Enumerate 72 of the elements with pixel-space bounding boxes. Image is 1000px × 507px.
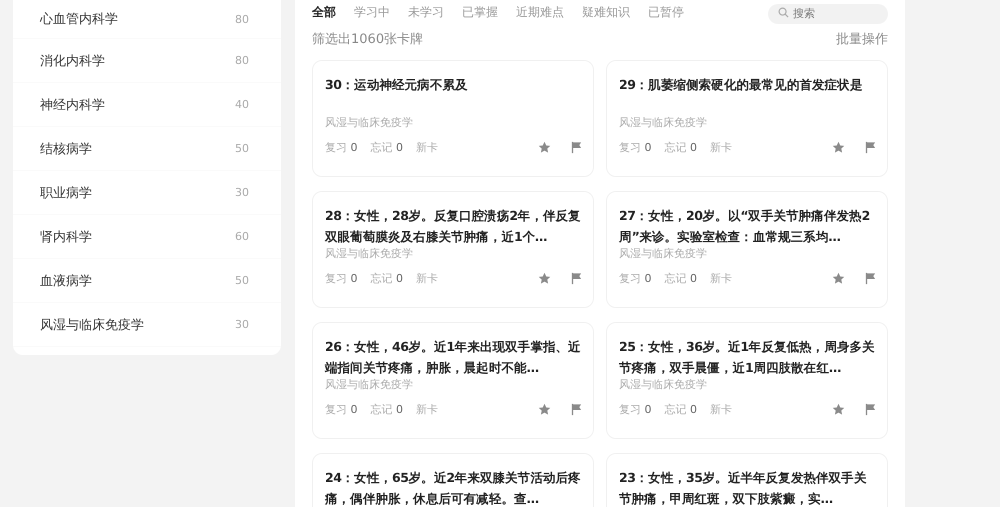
star-icon[interactable] [832, 272, 845, 285]
card-status: 新卡 [710, 140, 732, 155]
star-icon[interactable] [538, 272, 551, 285]
category-item[interactable]: 消化内科学 80 [13, 39, 281, 83]
flag-icon[interactable] [864, 141, 877, 154]
card-status: 新卡 [710, 271, 732, 286]
card-stat: 忘记 0 [664, 140, 697, 155]
category-count: 40 [235, 98, 249, 111]
card-stat: 忘记 0 [664, 271, 697, 286]
category-item[interactable]: 职业病学 30 [13, 171, 281, 215]
category-count: 50 [235, 274, 249, 287]
card-stat: 复习 0 [325, 271, 358, 286]
flashcard[interactable]: 24：女性，65岁。近2年来双膝关节活动后疼痛，偶伴肿胀，休息后可有减轻。查… [312, 453, 594, 507]
category-count: 60 [235, 230, 249, 243]
category-count: 80 [235, 54, 249, 67]
filter-summary: 筛选出1060张卡牌 [312, 31, 424, 48]
card-title: 26：女性，46岁。近1年来出现双手掌指、近端指间关节疼痛，肿胀，晨起时不能… [325, 338, 582, 377]
card-title: 28：女性，28岁。反复口腔溃疡2年，伴反复双眼葡萄膜炎及右膝关节肿痛，近1个… [325, 207, 582, 246]
card-status: 新卡 [416, 140, 438, 155]
search-field[interactable]: 搜索 [768, 4, 888, 24]
star-icon[interactable] [832, 141, 845, 154]
flashcard[interactable]: 29：肌萎缩侧索硬化的最常见的首发症状是 风湿与临床免疫学 复习 0 忘记 0 新卡 [606, 60, 888, 177]
filter-tab[interactable]: 全部 [312, 4, 336, 20]
star-icon[interactable] [538, 403, 551, 416]
category-item[interactable]: 结核病学 50 [13, 127, 281, 171]
star-icon[interactable] [832, 403, 845, 416]
card-status: 新卡 [710, 402, 732, 417]
category-item[interactable]: 风湿与临床免疫学 30 [13, 303, 281, 347]
category-item[interactable]: 神经内科学 40 [13, 83, 281, 127]
flag-icon[interactable] [570, 272, 583, 285]
flashcard[interactable]: 25：女性，36岁。近1年反复低热，周身多关节疼痛，双手晨僵，近1周四肢散在红… 风湿与临床免疫学 复习 0 忘记 0 新卡 [606, 322, 888, 439]
card-stat: 复习 0 [325, 140, 358, 155]
card-subject: 风湿与临床免疫学 [325, 378, 414, 392]
flag-icon[interactable] [570, 403, 583, 416]
category-count: 80 [235, 12, 249, 26]
card-subject: 风湿与临床免疫学 [619, 247, 708, 261]
card-status: 新卡 [416, 271, 438, 286]
category-count: 30 [235, 186, 249, 199]
flashcard[interactable]: 28：女性，28岁。反复口腔溃疡2年，伴反复双眼葡萄膜炎及右膝关节肿痛，近1个… 风湿与临床免疫学 复习 0 忘记 0 新卡 [312, 191, 594, 308]
card-title: 24：女性，65岁。近2年来双膝关节活动后疼痛，偶伴肿胀，休息后可有减轻。查… [325, 469, 582, 507]
card-subject: 风湿与临床免疫学 [619, 378, 708, 392]
card-title: 27：女性，20岁。以“双手关节肿痛伴发热2周”来诊。实验室检查：血常规三系均… [619, 207, 871, 246]
card-status: 新卡 [416, 402, 438, 417]
category-item[interactable]: 肾内科学 60 [13, 215, 281, 259]
flag-icon[interactable] [570, 141, 583, 154]
flashcard[interactable]: 27：女性，20岁。以“双手关节肿痛伴发热2周”来诊。实验室检查：血常规三系均… 风湿与临床免疫学 复习 0 忘记 0 新卡 [606, 191, 888, 308]
star-icon[interactable] [538, 141, 551, 154]
card-title: 30：运动神经元病不累及 [325, 76, 469, 94]
flag-icon[interactable] [864, 272, 877, 285]
card-stat: 忘记 0 [370, 140, 403, 155]
flashcard[interactable]: 30：运动神经元病不累及 风湿与临床免疫学 复习 0 忘记 0 新卡 [312, 60, 594, 177]
batch-action-link[interactable]: 批量操作 [836, 30, 888, 48]
category-item[interactable]: 心血管内科学 80 [13, 0, 281, 39]
card-subject: 风湿与临床免疫学 [325, 116, 414, 130]
flashcard[interactable]: 26：女性，46岁。近1年来出现双手掌指、近端指间关节疼痛，肿胀，晨起时不能… 风湿与临床免疫学 复习 0 忘记 0 新卡 [312, 322, 594, 439]
card-stat: 忘记 0 [370, 402, 403, 417]
card-stat: 复习 0 [325, 402, 358, 417]
card-title: 23：女性，35岁。近半年反复发热伴双手关节肿痛，甲周红斑，双下肢紫癜，实… [619, 469, 868, 507]
flag-icon[interactable] [864, 403, 877, 416]
card-subject: 风湿与临床免疫学 [619, 116, 708, 130]
card-subject: 风湿与临床免疫学 [325, 247, 414, 261]
card-stat: 复习 0 [619, 402, 652, 417]
card-stat: 忘记 0 [370, 271, 403, 286]
category-count: 30 [235, 318, 249, 331]
category-count: 50 [235, 142, 249, 155]
card-title: 29：肌萎缩侧索硬化的最常见的首发症状是 [619, 76, 864, 94]
card-stat: 复习 0 [619, 140, 652, 155]
card-title: 25：女性，36岁。近1年反复低热，周身多关节疼痛，双手晨僵，近1周四肢散在红… [619, 338, 876, 377]
card-stat: 复习 0 [619, 271, 652, 286]
card-stat: 忘记 0 [664, 402, 697, 417]
category-item[interactable]: 血液病学 50 [13, 259, 281, 303]
flashcard[interactable]: 23：女性，35岁。近半年反复发热伴双手关节肿痛，甲周红斑，双下肢紫癜，实… [606, 453, 888, 507]
